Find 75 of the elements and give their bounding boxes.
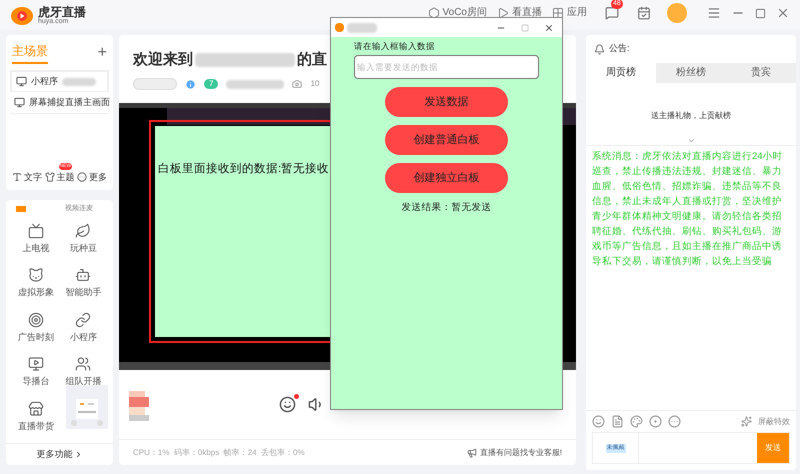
menu-icon[interactable] (707, 6, 721, 20)
tool-item[interactable]: 广告时刻 (18, 330, 54, 344)
document-icon[interactable] (611, 415, 624, 428)
room-title: 的直 (297, 50, 327, 70)
system-message: 系统消息：虎牙依法对直播内容进行24小时巡查，禁止传播违法违规、封建迷信、暴力血腥、低俗色情、招嫖诈骗、违禁品等不良信息，禁止未成年人直播或打赏，坚决维护青少年群体精神文明健康。请勿轻信各类招聘征婚、代练代抽、刷钻、购买礼包码、游戏币等广告信息，且如主播在推广商品中诱导私下交易，请谨慎判断，以免上当受骗 (592, 150, 784, 269)
rank-tab[interactable]: 周贡榜 (586, 63, 656, 83)
target-icon (28, 312, 44, 328)
blurred-pill (133, 78, 177, 90)
tool-item[interactable]: 虚拟形象 (18, 286, 54, 300)
monitor-icon (16, 76, 27, 87)
scene-action[interactable]: 主题 (56, 170, 74, 184)
tiger-logo-icon (10, 5, 34, 25)
sparkles-icon (741, 416, 752, 427)
notice-label: 公告: (609, 42, 630, 56)
fan-level-badge: 7 (204, 79, 218, 90)
cat-face-icon (28, 267, 44, 283)
more-icon[interactable] (668, 415, 681, 428)
robot-icon (75, 267, 92, 283)
scene-item[interactable]: 小程序 (10, 70, 109, 92)
top-bar-link[interactable]: 应用 (567, 8, 587, 18)
empty-rank-text: 送主播礼物，上贡献榜 (651, 110, 731, 122)
palette-icon[interactable] (630, 415, 643, 428)
bell-icon (594, 44, 605, 54)
store-icon (28, 400, 44, 416)
scene-item[interactable]: 屏幕捕捉直播主画面 (10, 92, 109, 114)
link-icon (75, 312, 92, 328)
action-button[interactable]: 发送数据 (385, 86, 508, 117)
tool-item[interactable]: 导播台 (22, 375, 50, 388)
tool-item[interactable]: 直播带货 (18, 420, 54, 433)
camera-icon (292, 79, 302, 90)
circle-icon[interactable] (649, 415, 662, 428)
send-result-text: 发送结果：暂无发送 (402, 200, 492, 215)
blurred-name (226, 80, 284, 89)
more-features-link[interactable]: 更多功能 (36, 448, 72, 462)
tag-icon (16, 206, 26, 212)
tool-item[interactable]: 组队开播 (65, 375, 102, 388)
megaphone-icon (466, 448, 477, 458)
more-icon (77, 172, 87, 182)
tool-item[interactable]: 上电视 (22, 242, 50, 255)
scene-action[interactable]: 更多 (89, 170, 107, 184)
users-icon (75, 356, 92, 372)
chevron-down-icon[interactable] (686, 136, 696, 145)
viewer-count: 10 (310, 78, 320, 90)
blurred-title (347, 22, 377, 32)
calendar-icon[interactable] (637, 6, 651, 20)
top-bar-link[interactable]: VoCo房间 (442, 8, 487, 18)
tool-item[interactable]: 智能助手 (65, 286, 102, 300)
stats-text: CPU：1% 码率：0kbps 帧率：24 丢包率：0% (133, 446, 305, 459)
monitor-play-icon (28, 356, 44, 372)
logo-text: 虎牙直播 (38, 6, 86, 18)
scene-action[interactable]: 文字 (24, 170, 42, 184)
support-link[interactable]: 直播有问题找专业客服! (480, 446, 562, 459)
app-logo-icon (335, 23, 344, 32)
blurred-name (62, 78, 96, 86)
monitor-icon (14, 97, 25, 108)
action-button[interactable]: 创建独立白板 (385, 162, 508, 193)
shirt-icon (44, 172, 54, 182)
smile-icon[interactable] (279, 396, 296, 414)
tool-item[interactable]: 小程序 (70, 330, 97, 344)
top-bar-link[interactable]: 看直播 (512, 8, 542, 18)
data-input[interactable]: 输入需要发送的数据 (354, 54, 539, 79)
leaf-icon (75, 222, 92, 238)
add-scene-button[interactable]: + (98, 45, 107, 61)
info-icon[interactable] (185, 78, 196, 90)
maximize-icon[interactable] (755, 8, 766, 18)
text-icon (12, 172, 22, 182)
room-title: 欢迎来到 (133, 50, 193, 70)
tv-icon (28, 222, 44, 238)
message-icon[interactable] (605, 6, 619, 20)
whiteboard-text: 白板里面接收到的数据:暂无接收 (158, 163, 330, 176)
input-label: 请在输入框输入数据 (354, 40, 436, 53)
close-icon[interactable] (544, 22, 554, 32)
action-button[interactable]: 创建普通白板 (385, 124, 508, 155)
tool-item[interactable]: 玩种豆 (70, 242, 97, 255)
block-effects-toggle[interactable]: 屏蔽特效 (758, 416, 790, 428)
